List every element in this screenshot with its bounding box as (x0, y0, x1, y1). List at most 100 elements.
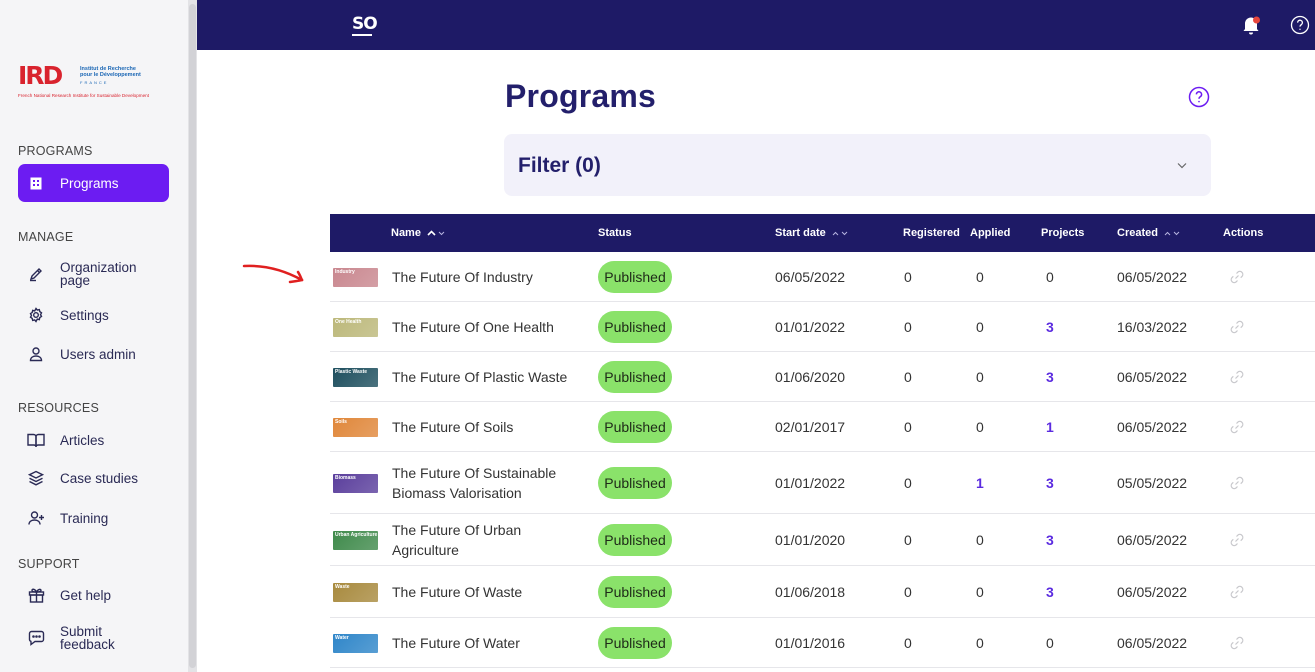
sort-icon[interactable] (832, 231, 848, 236)
registered-count: 0 (904, 475, 912, 491)
sidebar-item-get-help[interactable]: Get help (18, 576, 169, 614)
created-date-cell: 06/05/2022 (1117, 635, 1188, 651)
link-icon[interactable] (1228, 474, 1246, 492)
sidebar-item-label: Get help (60, 587, 112, 603)
registered-count: 0 (904, 319, 912, 335)
table-row[interactable]: Water The Future Of Water Published 01/01/2… (330, 618, 1315, 668)
sidebar-item-label: Organization page (60, 260, 137, 288)
created-date-cell: 06/05/2022 (1117, 269, 1188, 285)
program-thumbnail: Soils (333, 417, 378, 437)
start-date-cell: 01/01/2022 (775, 475, 846, 491)
sidebar-item-organization-page[interactable]: Organization page (18, 255, 169, 293)
projects-count[interactable]: 3 (1046, 584, 1054, 600)
column-header-projects: Projects (1041, 227, 1085, 239)
projects-count[interactable]: 1 (1046, 419, 1054, 435)
brand-logo[interactable]: SO (352, 14, 378, 36)
thumbnail-label: Waste (335, 583, 350, 590)
start-date-cell: 06/05/2022 (775, 269, 846, 285)
projects-count[interactable]: 3 (1046, 532, 1054, 548)
logo-tagline: French National Research Institute for S… (18, 93, 149, 98)
projects-count[interactable]: 3 (1046, 369, 1054, 385)
sidebar-item-label: Training (60, 510, 109, 526)
logo-country: FRANCE (80, 80, 109, 85)
status-badge: Published (598, 261, 672, 293)
status-badge: Published (598, 576, 672, 608)
sidebar-item-label: Case studies (60, 470, 139, 486)
program-name[interactable]: The Future Of Sustainable Biomass Valori… (392, 463, 582, 503)
sidebar-item-users-admin[interactable]: Users admin (18, 335, 169, 373)
program-name[interactable]: The Future Of Industry (392, 267, 582, 287)
help-icon[interactable] (1290, 15, 1310, 35)
section-title-resources: RESOURCES (18, 401, 99, 415)
sidebar-item-training[interactable]: Training (18, 499, 169, 537)
created-date-cell: 06/05/2022 (1117, 419, 1188, 435)
notification-bell-icon[interactable] (1240, 14, 1262, 36)
sidebar-item-label: Users admin (60, 346, 136, 362)
user-icon (26, 344, 46, 364)
sidebar-item-submit-feedback[interactable]: Submit feedback (18, 619, 169, 657)
registered-count: 0 (904, 635, 912, 651)
sidebar-item-programs[interactable]: Programs (18, 164, 169, 202)
program-name[interactable]: The Future Of Plastic Waste (392, 367, 582, 387)
sidebar-scrollbar[interactable] (188, 0, 197, 672)
filter-label: Filter (0) (518, 154, 601, 177)
sidebar-item-settings[interactable]: Settings (18, 296, 169, 334)
section-title-programs: PROGRAMS (18, 144, 93, 158)
column-header-start-date[interactable]: Start date (775, 227, 848, 239)
applied-count[interactable]: 1 (976, 475, 984, 491)
status-badge: Published (598, 524, 672, 556)
projects-count[interactable]: 3 (1046, 319, 1054, 335)
sidebar-item-label: Programs (60, 175, 119, 191)
thumbnail-label: Water (335, 634, 349, 641)
start-date-cell: 01/01/2016 (775, 635, 846, 651)
top-bar: SO (197, 0, 1315, 50)
program-name[interactable]: The Future Of Waste (392, 582, 582, 602)
column-header-name[interactable]: Name (391, 227, 445, 239)
sidebar-item-label: Articles (60, 432, 105, 448)
table-row[interactable]: Biomass The Future Of Sustainable Biomass… (330, 452, 1315, 514)
sidebar-item-case-studies[interactable]: Case studies (18, 459, 169, 497)
link-icon[interactable] (1228, 368, 1246, 386)
building-icon (26, 173, 46, 193)
sidebar-item-articles[interactable]: Articles (18, 421, 169, 459)
created-date-cell: 06/05/2022 (1117, 369, 1188, 385)
link-icon[interactable] (1228, 418, 1246, 436)
registered-count: 0 (904, 369, 912, 385)
filter-panel[interactable]: Filter (0) (504, 134, 1211, 196)
table-row[interactable]: Plastic Waste The Future Of Plastic Waste… (330, 352, 1315, 402)
program-name[interactable]: The Future Of Water (392, 633, 582, 653)
thumbnail-label: Industry (335, 268, 355, 275)
pencil-icon (26, 264, 46, 284)
page-help-icon[interactable] (1188, 86, 1210, 108)
registered-count: 0 (904, 419, 912, 435)
chevron-down-icon[interactable] (1175, 158, 1189, 172)
column-header-created[interactable]: Created (1117, 227, 1180, 239)
program-name[interactable]: The Future Of Urban Agriculture (392, 520, 582, 560)
link-icon[interactable] (1228, 531, 1246, 549)
created-date-cell: 06/05/2022 (1117, 532, 1188, 548)
created-date-cell: 05/05/2022 (1117, 475, 1188, 491)
table-row[interactable]: One Health The Future Of One Health Publis… (330, 302, 1315, 352)
table-row[interactable]: Industry The Future Of Industry Published 0… (330, 252, 1315, 302)
applied-count: 0 (976, 419, 984, 435)
scrollbar-thumb[interactable] (189, 4, 196, 668)
table-row[interactable]: Waste The Future Of Waste Published 01/06/2… (330, 566, 1315, 618)
ird-logo: IRD Institut de Recherche pour le Dévelo… (18, 62, 173, 102)
thumbnail-label: Soils (335, 418, 347, 425)
table-row[interactable]: Soils The Future Of Soils Published 02/01/2… (330, 402, 1315, 452)
table-row[interactable]: Urban Agriculture The Future Of Urban Agr… (330, 514, 1315, 566)
gear-icon (26, 305, 46, 325)
applied-count: 0 (976, 319, 984, 335)
thumbnail-label: Plastic Waste (335, 368, 368, 375)
link-icon[interactable] (1228, 634, 1246, 652)
link-icon[interactable] (1228, 583, 1246, 601)
program-name[interactable]: The Future Of Soils (392, 417, 582, 437)
sort-icon[interactable] (427, 230, 445, 236)
sort-icon[interactable] (1164, 231, 1180, 236)
link-icon[interactable] (1228, 268, 1246, 286)
projects-count[interactable]: 3 (1046, 475, 1054, 491)
gift-icon (26, 585, 46, 605)
link-icon[interactable] (1228, 318, 1246, 336)
program-name[interactable]: The Future Of One Health (392, 317, 582, 337)
page-title: Programs (505, 78, 656, 114)
